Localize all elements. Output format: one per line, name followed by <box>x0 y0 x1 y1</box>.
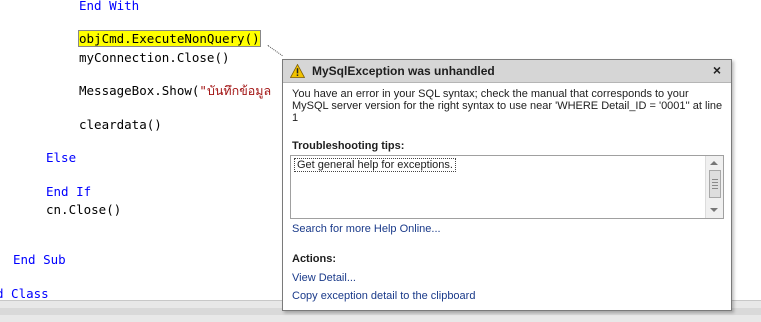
view-detail-link[interactable]: View Detail... <box>292 272 356 284</box>
code-line-end-sub: End Sub <box>13 252 66 267</box>
scroll-thumb[interactable] <box>709 170 721 198</box>
code-line-else: Else <box>46 150 77 165</box>
messagebox-call: MessageBox.Show( <box>79 83 200 98</box>
troubleshooting-list[interactable]: Get general help for exceptions. <box>290 155 724 219</box>
dialog-title: MySqlException was unhandled <box>312 64 495 78</box>
callout-leader <box>255 45 283 73</box>
actions-heading: Actions: <box>292 253 336 265</box>
scroll-down-icon[interactable] <box>710 208 718 212</box>
search-help-online-link[interactable]: Search for more Help Online... <box>292 223 441 235</box>
code-line-messagebox: MessageBox.Show("บันทึกข้อมูล <box>79 83 271 98</box>
code-line-end-with: End With <box>79 0 140 13</box>
exception-message: You have an error in your SQL syntax; ch… <box>292 88 723 124</box>
highlighted-statement: objCmd.ExecuteNonQuery() <box>78 30 261 47</box>
messagebox-string: "บันทึกข้อมูล <box>199 83 272 98</box>
troubleshooting-heading: Troubleshooting tips: <box>292 140 405 152</box>
code-line-close: myConnection.Close() <box>79 50 230 65</box>
code-line-cn-close: cn.Close() <box>46 202 122 217</box>
code-line-end-class: d Class <box>0 286 49 301</box>
tip-item[interactable]: Get general help for exceptions. <box>294 158 456 172</box>
dialog-header: MySqlException was unhandled × <box>283 60 731 83</box>
code-line-end-if: End If <box>46 184 92 199</box>
code-line-execute: objCmd.ExecuteNonQuery() <box>78 30 261 47</box>
exception-assistant-dialog: MySqlException was unhandled × You have … <box>282 59 732 311</box>
scroll-up-icon[interactable] <box>710 161 718 165</box>
code-line-cleardata: cleardata() <box>79 117 162 132</box>
tips-scrollbar[interactable] <box>705 156 723 218</box>
close-icon[interactable]: × <box>709 62 725 79</box>
copy-exception-link[interactable]: Copy exception detail to the clipboard <box>292 290 475 302</box>
warning-icon <box>290 64 305 78</box>
